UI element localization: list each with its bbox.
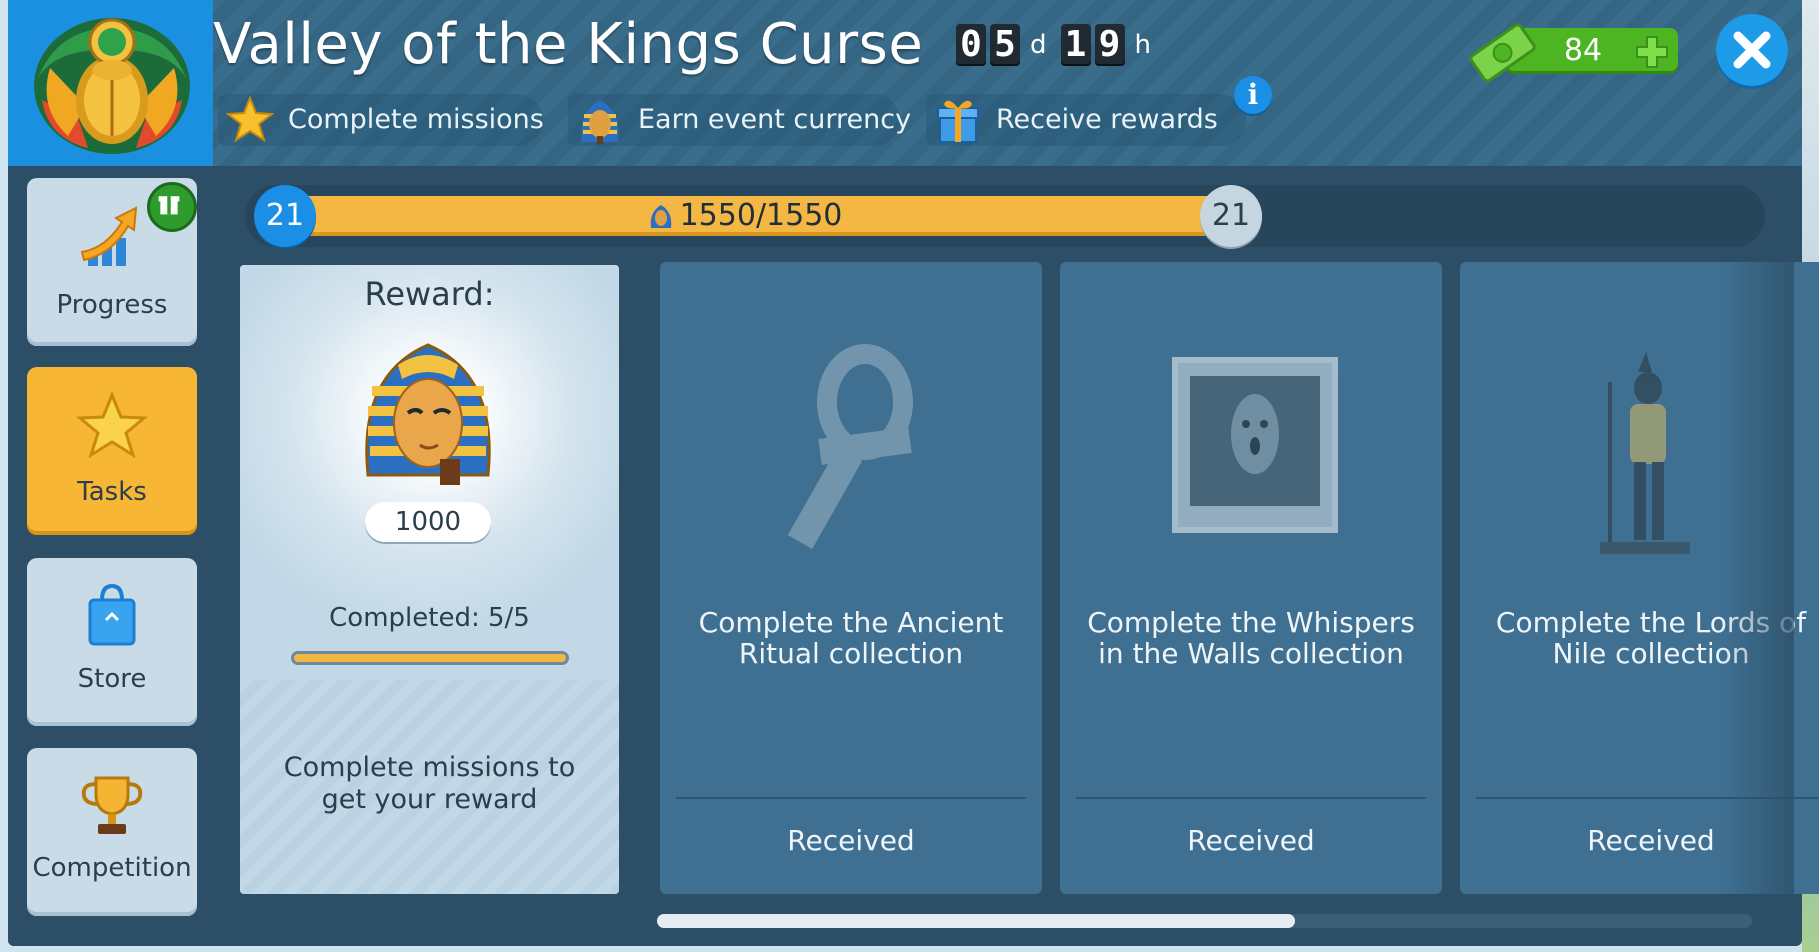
step-complete-missions: Complete missions <box>218 94 544 146</box>
task-divider <box>1476 797 1819 799</box>
timer-digit: 0 <box>956 24 986 66</box>
step-label: Receive rewards <box>996 104 1218 135</box>
sidebar-item-tasks[interactable]: Tasks <box>27 367 197 535</box>
reward-amount: 1000 <box>365 502 491 542</box>
task-label: Complete the Ancient Ritual collection <box>698 606 1004 670</box>
task-card[interactable]: Complete the Whispers in the Walls colle… <box>1060 262 1442 894</box>
gift-icon <box>937 100 979 143</box>
ankh-artifact-icon <box>787 344 913 549</box>
completed-counter: Completed: 5/5 <box>329 603 530 633</box>
sidebar-item-competition[interactable]: Competition <box>27 748 197 916</box>
close-button[interactable] <box>1716 14 1788 86</box>
timer-hours-unit: h <box>1134 30 1151 60</box>
shopping-bag-icon <box>88 583 136 646</box>
currency-display[interactable]: 84 <box>1466 23 1686 82</box>
header: Valley of the Kings Curse 0 5 d 1 9 h Co… <box>8 0 1802 166</box>
task-label: Complete the Lords of Nile collection <box>1495 606 1807 670</box>
sidebar-item-label: Store <box>77 664 147 694</box>
step-earn-currency: Earn event currency <box>568 94 911 146</box>
completed-progress-bar <box>291 651 569 665</box>
reward-title: Reward: <box>364 275 495 313</box>
step-label: Earn event currency <box>638 104 912 135</box>
event-title: Valley of the Kings Curse <box>213 12 924 77</box>
timer-digit: 9 <box>1094 24 1125 66</box>
star-icon <box>76 391 148 459</box>
task-label: Complete the Whispers in the Walls colle… <box>1087 606 1415 670</box>
sidebar-item-label: Progress <box>56 290 168 320</box>
timer-digit: 1 <box>1060 24 1091 66</box>
task-card[interactable]: Complete the Lords of Nile collection Re… <box>1460 262 1819 894</box>
pharaoh-icon <box>581 100 619 144</box>
close-icon <box>1733 31 1771 69</box>
progress-arrow-icon <box>80 206 138 266</box>
task-status: Received <box>1587 824 1715 857</box>
add-currency-icon[interactable] <box>1634 34 1670 70</box>
anubis-statue-icon <box>1600 352 1690 554</box>
task-divider <box>1076 797 1426 799</box>
level-start-badge: 21 <box>254 185 316 247</box>
sidebar-item-label: Tasks <box>77 477 147 507</box>
task-status: Received <box>787 824 915 857</box>
event-currency-icon <box>650 205 671 228</box>
step-receive-rewards: Receive rewards <box>926 94 1246 146</box>
step-label: Complete missions <box>288 104 544 135</box>
event-progress-text: 1550/1550 <box>679 198 843 233</box>
ghost-painting-icon <box>1172 357 1338 533</box>
info-icon[interactable]: i <box>1234 76 1272 114</box>
money-icon <box>1469 23 1536 82</box>
pharaoh-mask-icon <box>365 343 491 485</box>
event-timer: 0 5 d 1 9 h <box>956 22 1161 66</box>
scarab-emblem-icon <box>34 18 190 154</box>
task-card[interactable]: Complete the Ancient Ritual collection R… <box>660 262 1042 894</box>
level-end-badge: 21 <box>1200 185 1262 247</box>
horizontal-scrollbar-thumb[interactable] <box>657 914 1295 928</box>
gift-badge-icon <box>147 182 197 232</box>
task-divider <box>676 797 1026 799</box>
currency-value: 84 <box>1563 33 1603 68</box>
trophy-icon <box>81 776 143 834</box>
sidebar-item-label: Competition <box>32 853 192 883</box>
timer-digit: 5 <box>990 24 1020 66</box>
task-status: Received <box>1187 824 1315 857</box>
timer-days-unit: d <box>1030 30 1047 60</box>
sidebar-item-store[interactable]: Store <box>27 558 197 726</box>
reward-description: Complete missions to get your reward <box>283 752 576 815</box>
event-screen: Valley of the Kings Curse 0 5 d 1 9 h Co… <box>0 0 1819 952</box>
star-icon <box>226 95 274 143</box>
reward-card: Reward: 1000 Completed: 5/5 Complete mis… <box>240 265 619 894</box>
